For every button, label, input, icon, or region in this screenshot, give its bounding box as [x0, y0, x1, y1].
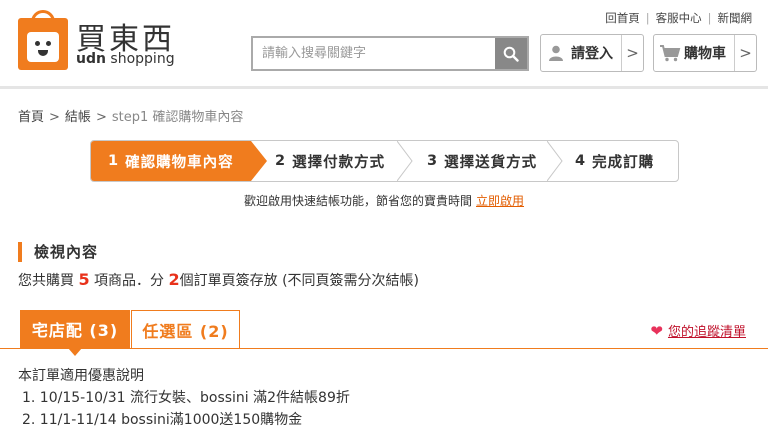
tab-pointer-icon — [68, 348, 82, 356]
tab-optional-zone[interactable]: 任選區 (2) — [131, 310, 240, 348]
search-input[interactable] — [253, 38, 496, 69]
item-count: 5 — [78, 270, 90, 289]
toplink-news[interactable]: 新聞網 — [718, 11, 753, 25]
promo-title: 本訂單適用優惠說明 — [18, 368, 144, 384]
user-icon — [549, 45, 563, 61]
toplink-service[interactable]: 客服中心 — [656, 11, 702, 25]
wishlist-link-wrap: ❤ 您的追蹤清單 — [650, 321, 746, 341]
step-separator-icon — [547, 141, 563, 181]
chevron-right-icon: > — [621, 35, 643, 71]
enable-quick-checkout-link[interactable]: 立即啟用 — [476, 194, 524, 208]
breadcrumb-current: step1 確認購物車內容 — [111, 110, 244, 125]
tab-home-delivery[interactable]: 宅店配 (3) — [20, 310, 130, 348]
header-divider — [0, 86, 768, 89]
brand-name-en[interactable]: udn shopping — [76, 51, 175, 67]
purchase-summary: 您共購買 5 項商品．分 2個訂單頁簽存放 (不同頁簽需分次結帳) — [18, 270, 420, 289]
chevron-right-icon: > — [734, 35, 756, 71]
breadcrumb: 首頁 > 結帳 > step1 確認購物車內容 — [18, 110, 244, 125]
quick-checkout-notice: 歡迎啟用快速結帳功能，節省您的寶貴時間 立即啟用 — [243, 194, 525, 208]
login-button[interactable]: 請登入 > — [540, 34, 644, 72]
checkout-steps: 1 確認購物車內容 2 選擇付款方式 3 選擇送貨方式 4 完成訂購 — [90, 140, 679, 182]
promo-item: 1. 10/15-10/31 流行女裝、bossini 滿2件結帳89折 — [22, 390, 350, 406]
cart-button[interactable]: 購物車 > — [653, 34, 757, 72]
step-4: 4 完成訂購 — [575, 153, 655, 171]
cart-icon — [660, 45, 681, 62]
section-title: 檢視內容 — [18, 242, 98, 262]
step-separator-icon — [251, 141, 267, 181]
search-button[interactable] — [495, 38, 527, 69]
heart-icon: ❤ — [650, 321, 663, 340]
search-box — [251, 36, 529, 71]
tab-divider — [0, 348, 768, 349]
toplink-home[interactable]: 回首頁 — [605, 11, 640, 25]
search-icon — [503, 46, 519, 62]
site-header: 買東西 udn shopping 回首頁|客服中心|新聞網 請登入 > 購物車 … — [0, 0, 768, 86]
step-1: 1 確認購物車內容 — [91, 141, 251, 181]
step-3: 3 選擇送貨方式 — [427, 153, 538, 171]
udn-logo-icon[interactable] — [18, 10, 68, 70]
step-separator-icon — [397, 141, 413, 181]
breadcrumb-home[interactable]: 首頁 — [18, 110, 44, 125]
login-label: 請登入 — [571, 46, 613, 62]
step-2: 2 選擇付款方式 — [275, 153, 386, 171]
promo-item: 2. 11/1-11/14 bossini滿1000送150購物金 — [22, 412, 303, 428]
top-links: 回首頁 | 客服中心 | 新聞網 — [605, 11, 753, 25]
cart-label: 購物車 — [684, 46, 726, 62]
breadcrumb-checkout[interactable]: 結帳 — [65, 110, 91, 125]
order-count: 2 — [168, 270, 180, 289]
wishlist-link[interactable]: 您的追蹤清單 — [668, 321, 746, 340]
